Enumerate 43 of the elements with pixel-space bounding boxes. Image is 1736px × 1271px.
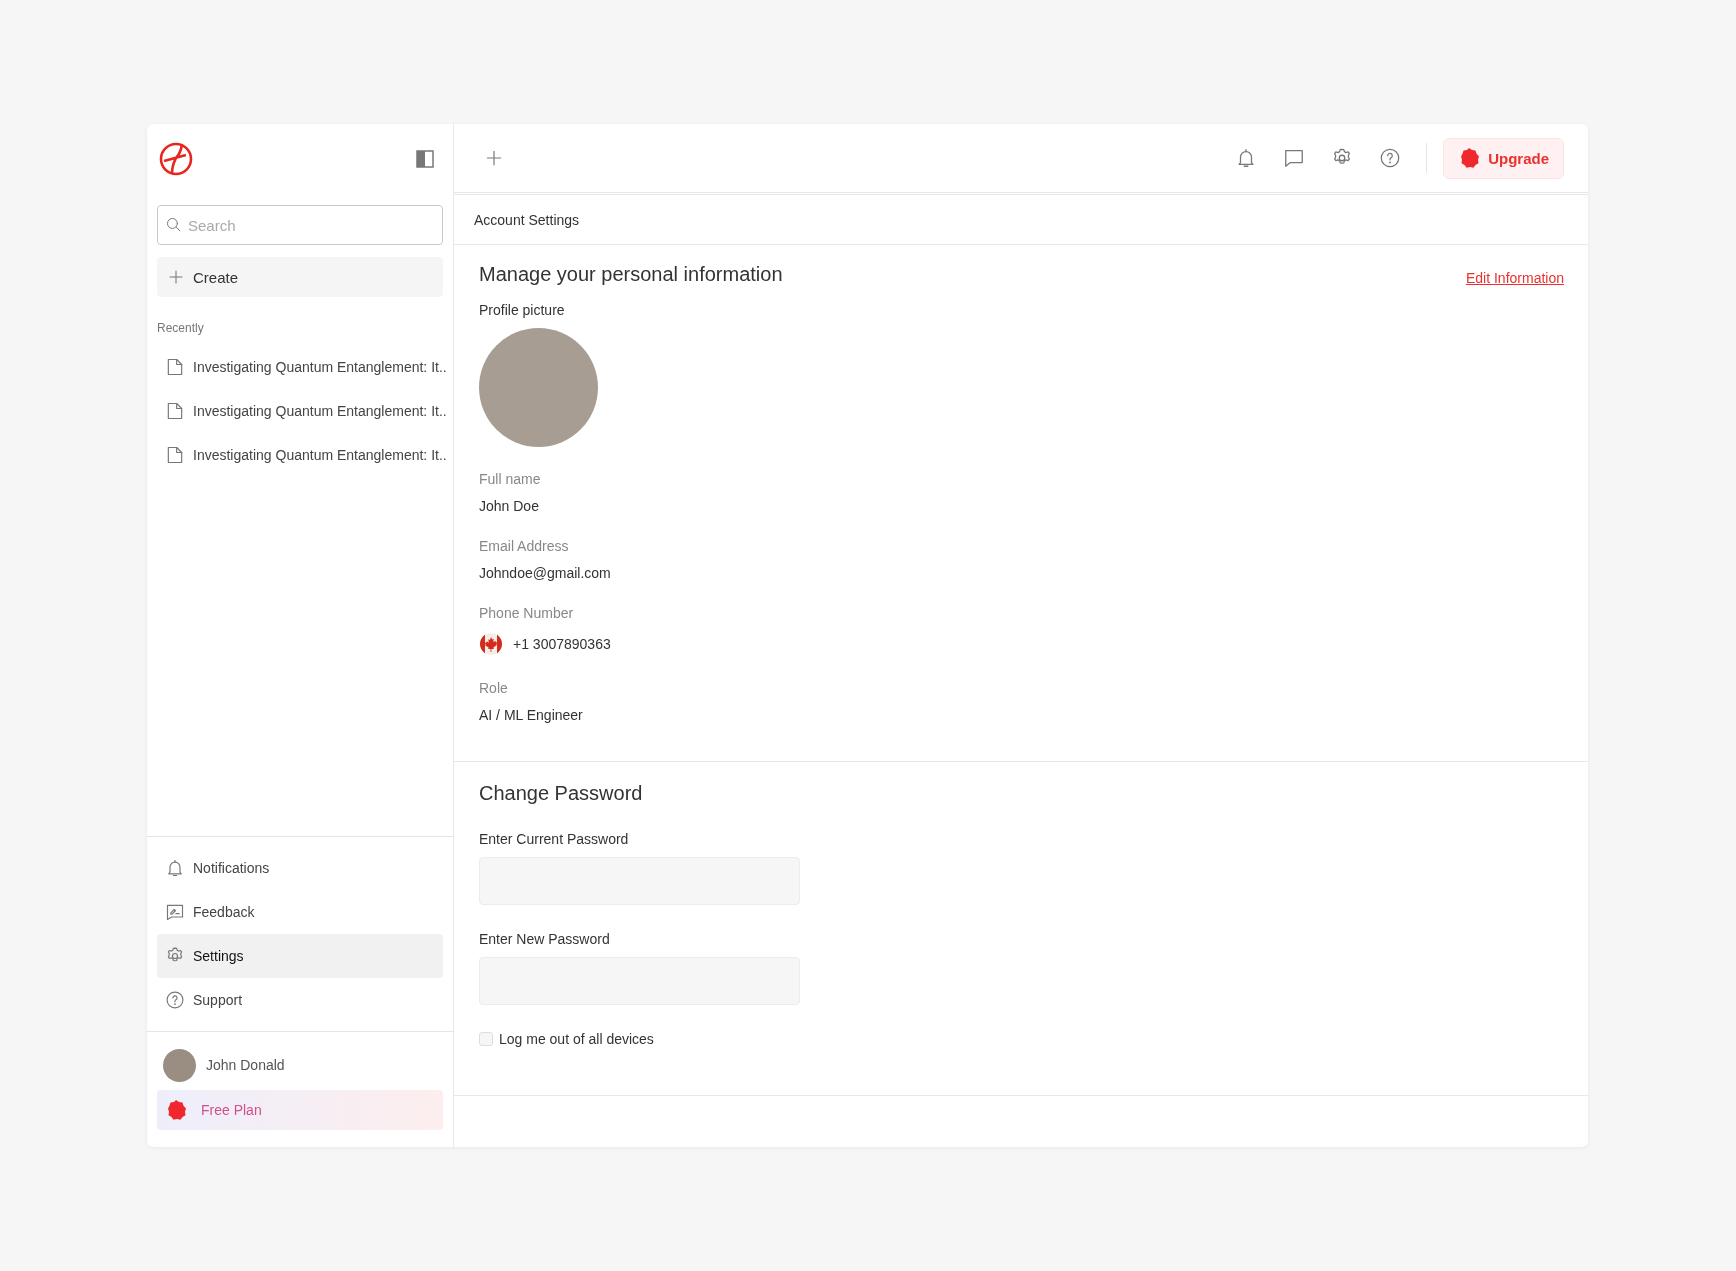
search-field[interactable]: Search <box>157 205 443 245</box>
field-label: Enter New Password <box>479 931 611 947</box>
nav-item[interactable]: Feedback <box>157 890 443 934</box>
document-icon <box>165 445 185 465</box>
nav-item[interactable]: Support <box>157 978 443 1022</box>
field-value: Johndoe@gmail.com <box>479 565 611 581</box>
section-title: Manage your personal information <box>479 263 783 286</box>
field-label: Full name <box>479 471 542 487</box>
section-heading: Recently <box>157 321 205 335</box>
search-icon <box>165 216 182 233</box>
flag-icon <box>479 632 503 656</box>
plus-icon <box>484 148 504 168</box>
field-label: Role <box>479 680 509 696</box>
seal-icon <box>165 1099 187 1121</box>
help-icon <box>165 990 185 1010</box>
field-label: Enter Current Password <box>479 831 630 847</box>
create-button[interactable]: Create <box>157 257 443 297</box>
logo-icon <box>159 141 193 176</box>
field-value: +1 3007890363 <box>513 636 611 652</box>
nav-item[interactable]: Settings <box>157 934 443 978</box>
bell-icon <box>165 858 185 878</box>
avatar <box>163 1048 196 1082</box>
document-icon <box>165 401 185 421</box>
field-label: Phone Number <box>479 605 575 621</box>
plan-button[interactable]: Free Plan <box>157 1090 443 1130</box>
seal-icon <box>1458 147 1481 169</box>
plus-icon <box>167 268 185 286</box>
field-value: John Doe <box>479 498 539 514</box>
upgrade-button[interactable]: Upgrade <box>1443 137 1564 179</box>
field-value: AI / ML Engineer <box>479 707 583 723</box>
chat-icon <box>1283 147 1306 169</box>
edit-information-link[interactable]: Edit Information <box>1465 269 1564 286</box>
field-label: Profile picture <box>479 302 566 318</box>
section-title: Change Password <box>479 782 644 805</box>
checkbox[interactable] <box>479 1032 493 1046</box>
breadcrumb: Account Settings <box>474 211 580 228</box>
help-icon <box>1379 147 1402 169</box>
field-label: Email Address <box>479 538 570 554</box>
nav-item[interactable]: Notifications <box>157 846 443 890</box>
feedback-icon <box>165 902 185 922</box>
user-name: John Donald <box>206 1057 285 1073</box>
checkbox-label: Log me out of all devices <box>499 1031 654 1047</box>
document-icon <box>165 357 185 377</box>
